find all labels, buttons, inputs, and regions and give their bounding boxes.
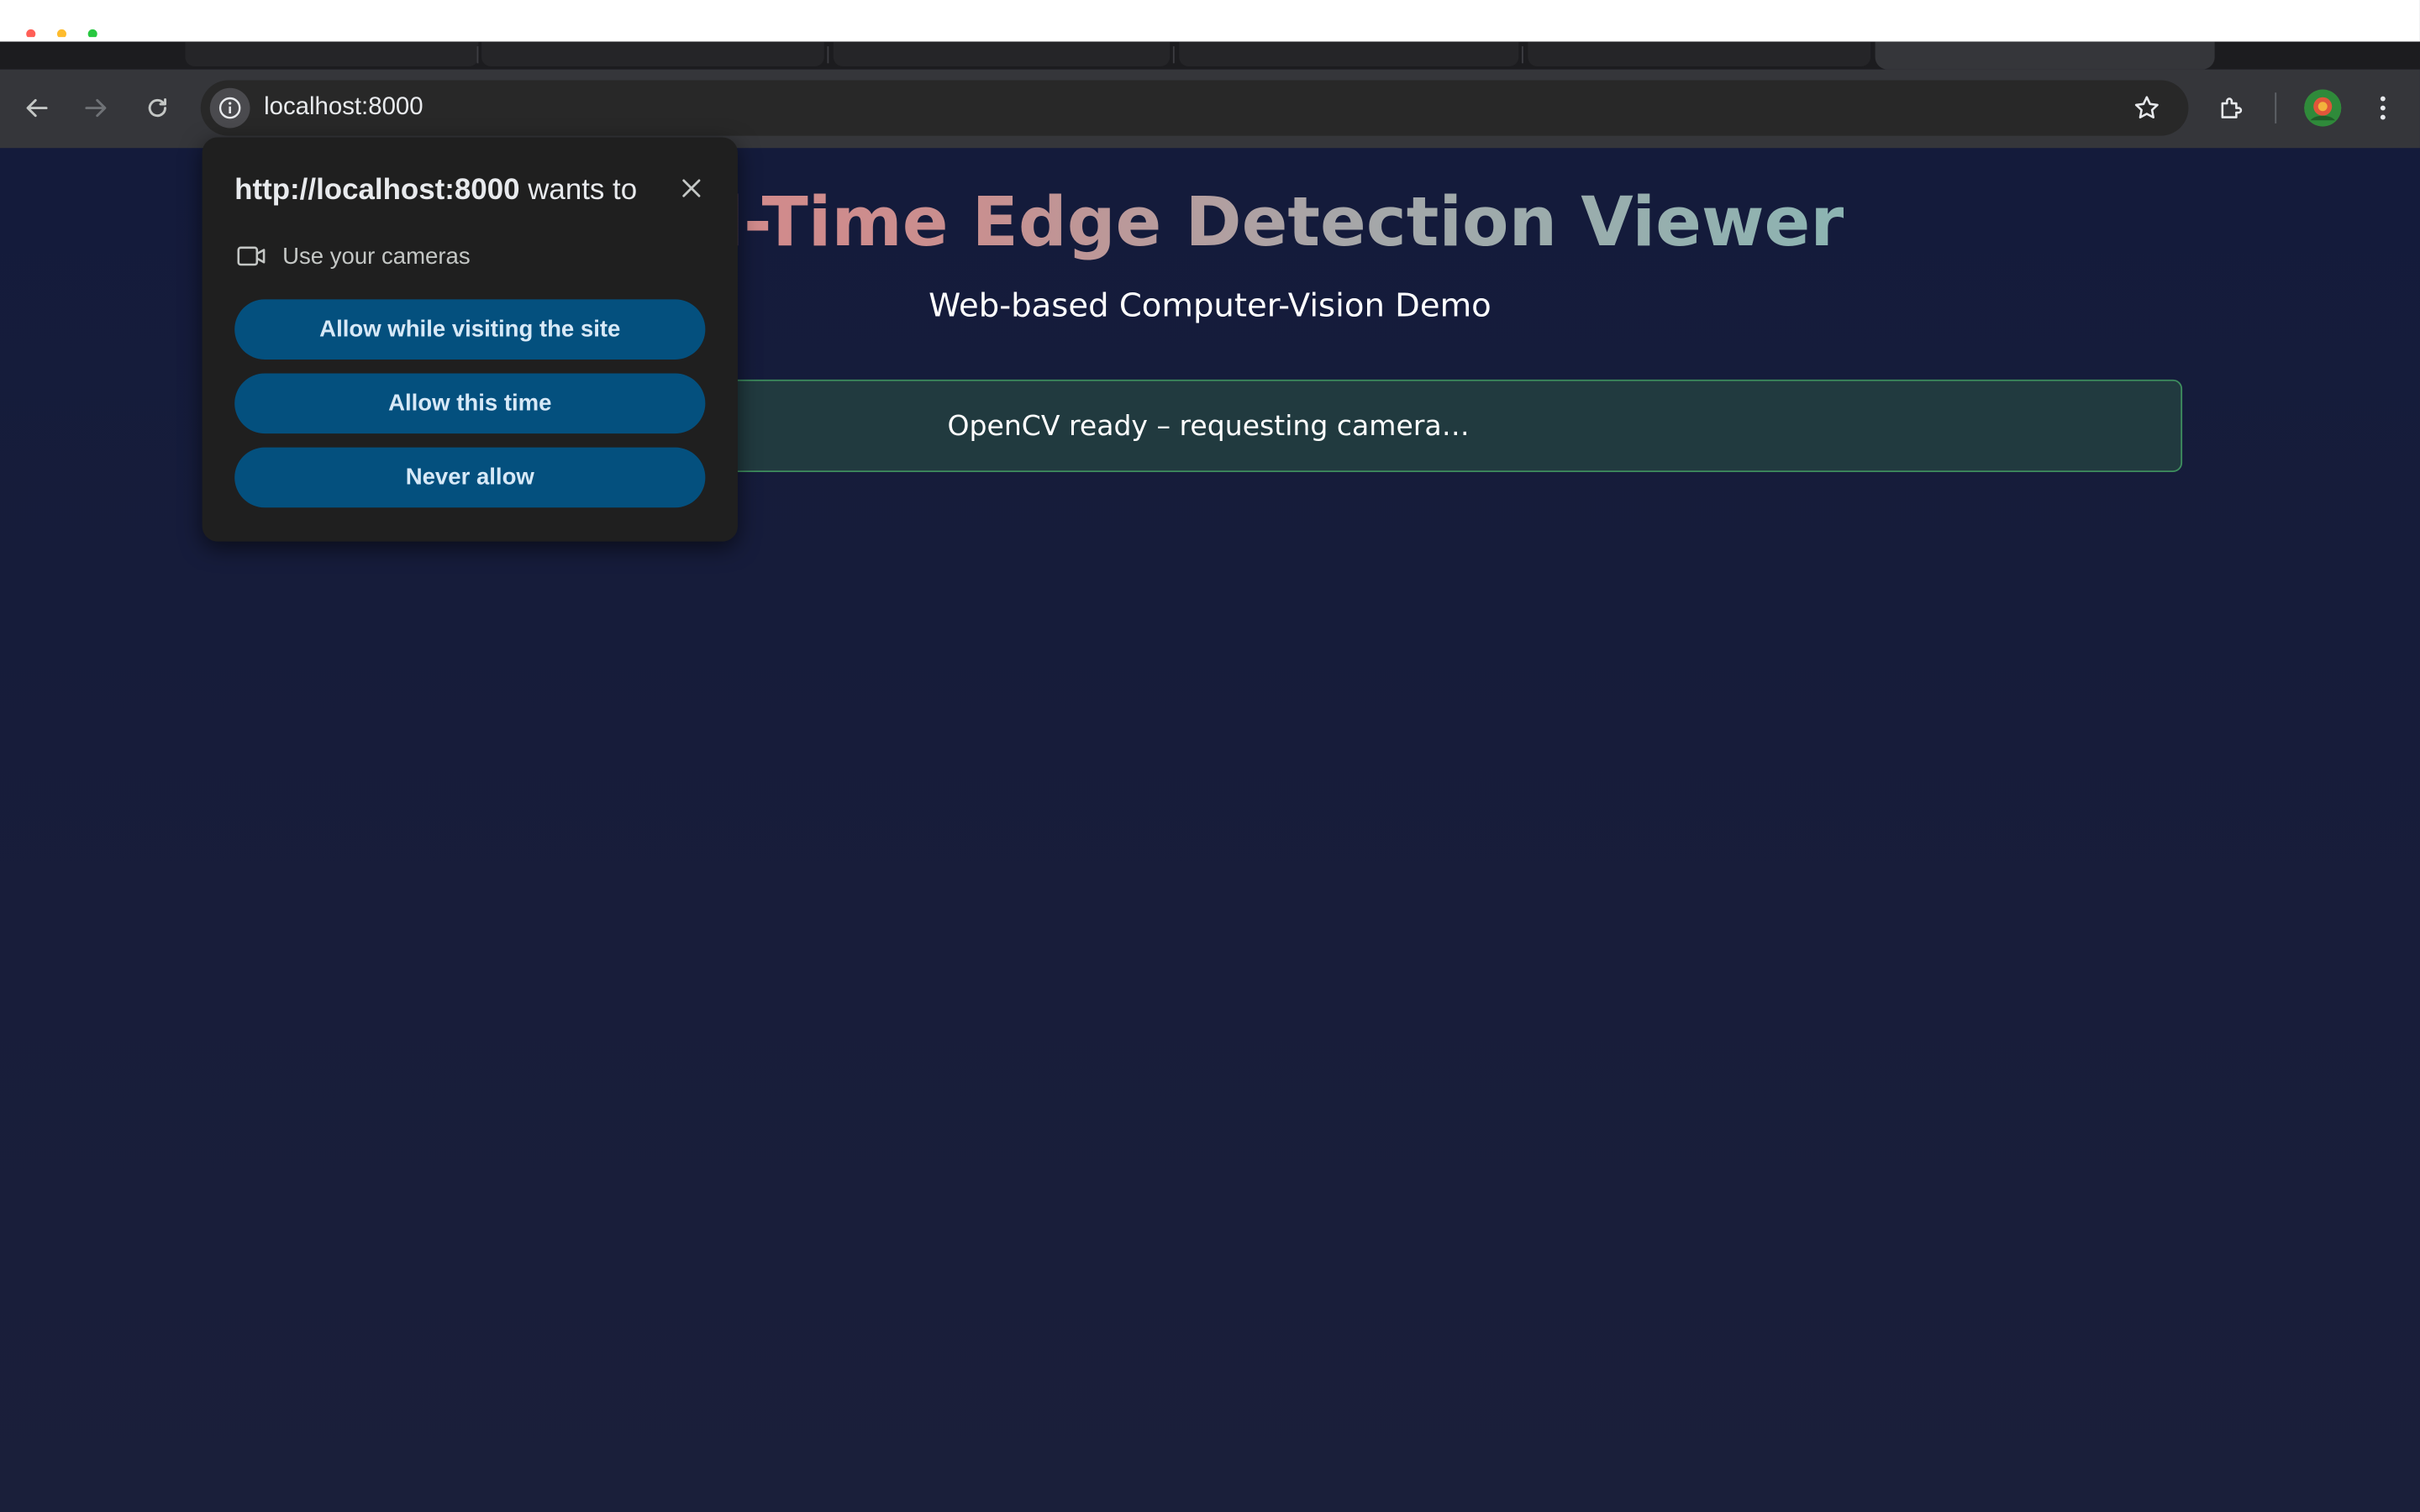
star-icon xyxy=(2134,96,2159,119)
tab-divider xyxy=(1521,46,1523,64)
camera-icon xyxy=(237,246,266,266)
avatar[interactable] xyxy=(2304,89,2342,127)
reload-icon xyxy=(148,97,166,118)
address-bar[interactable] xyxy=(200,80,2189,136)
permission-row: Use your cameras xyxy=(236,239,471,273)
tab[interactable] xyxy=(481,41,824,66)
tab-active[interactable] xyxy=(1875,41,2215,70)
arrow-left-icon xyxy=(26,98,48,118)
camera-permission-prompt: http://localhost:8000 wants to Use your … xyxy=(202,137,738,542)
site-info-button[interactable] xyxy=(209,87,250,129)
close-icon xyxy=(682,179,701,197)
extensions-button[interactable] xyxy=(2212,88,2252,129)
allow-this-time-button[interactable]: Allow this time xyxy=(234,373,706,434)
bookmark-button[interactable] xyxy=(2127,88,2167,129)
tab[interactable] xyxy=(1528,41,1871,66)
status-text: OpenCV ready – requesting camera… xyxy=(947,409,1470,443)
permission-label: Use your cameras xyxy=(282,243,471,270)
arrow-right-icon xyxy=(85,98,107,118)
url-text[interactable]: localhost:8000 xyxy=(264,91,424,124)
prompt-close-button[interactable] xyxy=(676,173,707,204)
browser-menu-button[interactable] xyxy=(2365,88,2402,129)
window-controls[interactable] xyxy=(22,28,130,38)
reload-button[interactable] xyxy=(136,87,179,129)
never-allow-button[interactable]: Never allow xyxy=(234,447,706,508)
browser-window: localhost:8000 Real-Time Edge Detection … xyxy=(0,0,2420,1512)
toolbar-divider xyxy=(2275,92,2277,123)
kebab-menu-icon xyxy=(2380,96,2386,120)
back-button[interactable] xyxy=(15,87,58,129)
tab[interactable] xyxy=(185,41,479,66)
forward-button[interactable] xyxy=(74,87,117,129)
profile-picture xyxy=(2304,89,2342,127)
menu-bar-strip xyxy=(0,0,2420,42)
tab-divider xyxy=(476,46,479,64)
puzzle-icon xyxy=(2221,97,2243,118)
allow-while-visiting-button[interactable]: Allow while visiting the site xyxy=(234,299,706,360)
tab-divider xyxy=(1172,46,1175,64)
prompt-title: http://localhost:8000 wants to xyxy=(234,173,637,210)
prompt-origin: http://localhost:8000 xyxy=(234,174,520,207)
tab[interactable] xyxy=(833,41,1171,66)
maximize-window-icon xyxy=(87,29,97,38)
prompt-title-suffix: wants to xyxy=(519,174,638,207)
minimize-window-icon xyxy=(56,29,66,38)
tab-divider xyxy=(827,46,829,64)
tab[interactable] xyxy=(1179,41,1519,66)
close-window-icon xyxy=(26,29,36,38)
info-icon xyxy=(218,97,241,119)
